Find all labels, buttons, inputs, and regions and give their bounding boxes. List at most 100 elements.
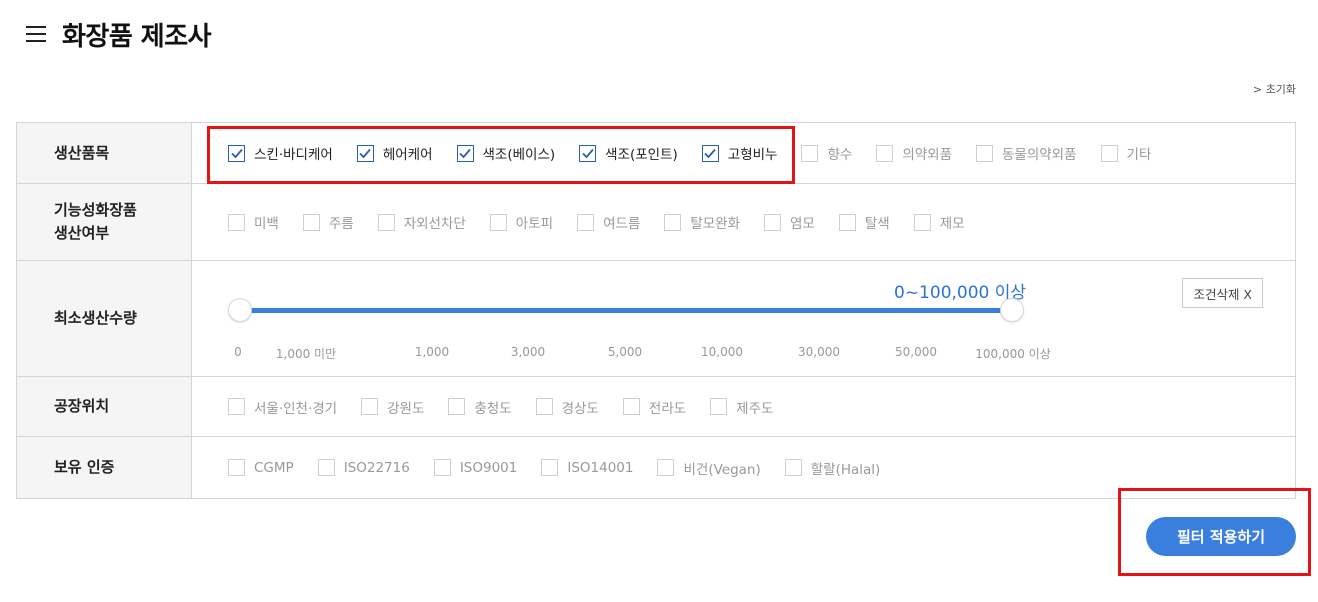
slider-min-handle[interactable]	[228, 298, 252, 322]
checkbox-unchecked[interactable]	[433, 459, 451, 476]
filter-option[interactable]: 향수	[801, 143, 852, 163]
checkbox-checked[interactable]	[701, 144, 719, 162]
filter-option[interactable]: 비건(Vegan)	[657, 458, 761, 478]
filter-option[interactable]: 아토피	[489, 212, 553, 232]
checkbox-unchecked[interactable]	[535, 398, 553, 415]
filter-option[interactable]: 동물의약외품	[976, 143, 1077, 163]
filter-option[interactable]: 염모	[764, 212, 815, 232]
checkbox-unchecked[interactable]	[228, 459, 245, 476]
row-label: 공장위치	[17, 377, 192, 436]
filter-option[interactable]: 의약외품	[876, 143, 952, 163]
filter-option[interactable]: 헤어케어	[356, 143, 433, 163]
filter-option[interactable]: ISO22716	[317, 459, 410, 476]
checkbox-unchecked[interactable]	[657, 459, 675, 476]
filter-option-label: ISO9001	[459, 459, 518, 476]
filter-option[interactable]: 서울·인천·경기	[228, 397, 337, 417]
filter-option[interactable]: 강원도	[361, 397, 424, 417]
slider-tick-label: 10,000	[701, 345, 743, 359]
location-options: 서울·인천·경기 강원도 충청도 경상도 전라도 제주도	[192, 377, 1295, 436]
filter-option[interactable]: 제모	[913, 212, 965, 232]
filter-option[interactable]: 전라도	[622, 397, 686, 417]
filter-option-label: 기타	[1126, 147, 1152, 163]
filter-option-label: 미백	[254, 216, 279, 232]
filter-row-certification: 보유 인증 CGMP ISO22716 ISO9001 ISO14001 비건(Vega…	[16, 437, 1296, 499]
filter-option[interactable]: 충청도	[448, 397, 512, 417]
check-icon	[459, 148, 471, 158]
filter-option-label: 제모	[939, 216, 965, 232]
checkbox-unchecked[interactable]	[801, 144, 819, 162]
filter-option[interactable]: 경상도	[535, 397, 599, 417]
filter-option-label: 서울·인천·경기	[254, 400, 338, 417]
checkbox-unchecked[interactable]	[489, 213, 507, 231]
checkbox-unchecked[interactable]	[317, 459, 335, 476]
checkbox-unchecked[interactable]	[664, 213, 682, 231]
slider-tick-label: 3,000	[510, 345, 546, 359]
checkbox-unchecked[interactable]	[448, 398, 466, 415]
filter-option[interactable]: 여드름	[577, 212, 640, 232]
check-icon	[582, 148, 594, 158]
checkbox-unchecked[interactable]	[876, 144, 894, 162]
filter-option[interactable]: 탈색	[838, 212, 890, 232]
check-icon	[704, 148, 716, 158]
check-icon	[230, 148, 243, 158]
slider-tick-label: 100,000 이상	[975, 347, 1051, 361]
filter-option-label: 비건(Vegan)	[683, 461, 761, 478]
filter-option[interactable]: 기타	[1100, 143, 1152, 163]
checkbox-unchecked[interactable]	[784, 459, 802, 476]
slider-tick-label: 1,000	[414, 345, 450, 359]
checkbox-unchecked[interactable]	[1100, 144, 1118, 162]
filter-option[interactable]: 주름	[302, 212, 354, 232]
row-label: 최소생산수량	[17, 261, 192, 376]
checkbox-unchecked[interactable]	[361, 398, 379, 415]
apply-filter-button[interactable]: 필터 적용하기	[1146, 517, 1296, 556]
filter-option[interactable]: ISO14001	[541, 459, 633, 476]
qty-range-slider[interactable]: 0~100,000 이상 0 1,000 미만 1,000 3,000 5,000 10,…	[228, 261, 1051, 377]
checkbox-unchecked[interactable]	[302, 213, 320, 231]
slider-track[interactable]	[238, 308, 1008, 313]
filter-option[interactable]: 미백	[228, 212, 279, 232]
hamburger-icon[interactable]	[26, 26, 46, 42]
checkbox-unchecked[interactable]	[228, 398, 245, 415]
checkbox-unchecked[interactable]	[913, 213, 931, 231]
filter-option[interactable]: 할랄(Halal)	[784, 458, 880, 478]
filter-option-label: ISO14001	[567, 459, 634, 476]
checkbox-unchecked[interactable]	[622, 398, 640, 415]
filter-option-label: 경상도	[561, 400, 599, 417]
filter-option[interactable]: 색조(베이스)	[456, 143, 556, 163]
checkbox-checked[interactable]	[579, 144, 597, 162]
checkbox-unchecked[interactable]	[541, 459, 559, 476]
filter-option[interactable]: 색조(포인트)	[579, 143, 678, 163]
filter-option[interactable]: 자외선차단	[377, 212, 466, 232]
filter-option[interactable]: 고형비누	[701, 143, 777, 163]
checkbox-checked[interactable]	[456, 144, 474, 162]
checkbox-unchecked[interactable]	[377, 213, 395, 231]
checkbox-checked[interactable]	[228, 144, 245, 162]
clear-condition-button[interactable]: 조건삭제 X	[1182, 278, 1263, 308]
checkbox-checked[interactable]	[356, 144, 374, 162]
row-label-line: 생산여부	[54, 224, 110, 242]
checkbox-unchecked[interactable]	[228, 213, 245, 231]
filter-option[interactable]: 제주도	[710, 397, 773, 417]
filter-row-product: 생산품목 스킨·바디케어 헤어케어 색조(베이스) 색조(포인트) 고형비누 향수 의약외품…	[16, 123, 1296, 184]
functional-options: 미백 주름 자외선차단 아토피 여드름 탈모완화 염모 탈색 제모	[192, 184, 1295, 260]
filter-option-label: 헤어케어	[382, 147, 433, 163]
checkbox-unchecked[interactable]	[710, 398, 728, 415]
slider-tick-label: 0	[234, 345, 242, 359]
filter-option-label: 색조(포인트)	[605, 147, 678, 163]
checkbox-unchecked[interactable]	[764, 213, 782, 231]
checkbox-unchecked[interactable]	[577, 213, 595, 231]
slider-max-handle[interactable]	[1000, 298, 1024, 322]
filter-option[interactable]: 스킨·바디케어	[228, 143, 333, 163]
filter-option-label: 색조(베이스)	[482, 147, 556, 163]
filter-option-label: 스킨·바디케어	[254, 147, 333, 163]
filter-option[interactable]: CGMP	[228, 459, 294, 476]
checkbox-unchecked[interactable]	[976, 144, 993, 162]
filter-option[interactable]: 탈모완화	[664, 212, 740, 232]
row-label: 보유 인증	[17, 437, 192, 498]
slider-tick-label: 1,000 미만	[275, 347, 337, 361]
checkbox-unchecked[interactable]	[838, 213, 856, 231]
page-title: 화장품 제조사	[62, 21, 212, 52]
page-header: 화장품 제조사	[26, 14, 212, 54]
reset-link[interactable]: > 초기화	[1253, 81, 1296, 97]
filter-option[interactable]: ISO9001	[433, 459, 518, 476]
